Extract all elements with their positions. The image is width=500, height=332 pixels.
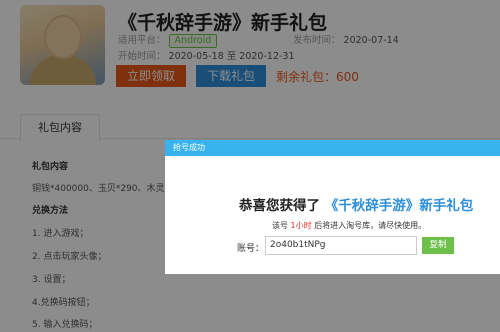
code-value: 2o40b1tNPg [270,240,326,250]
copy-button[interactable]: 复制 [422,237,454,254]
note-prefix: 该号 [272,221,288,230]
modal-title-prefix: 恭喜您获得了 [239,198,320,214]
modal-title-game: 《千秋辞手游》新手礼包 [324,198,474,214]
code-field[interactable]: 2o40b1tNPg [265,236,417,255]
code-label: 账号： [237,244,265,254]
modal-note: 该号 1小时 后将进入淘号库，请尽快使用。 [272,220,426,231]
modal-title: 恭喜您获得了 《千秋辞手游》新手礼包 [239,194,473,214]
modal-header: 抢号成功 [165,140,500,156]
note-suffix: 后将进入淘号库，请尽快使用。 [314,221,427,230]
success-modal: 抢号成功 恭喜您获得了 《千秋辞手游》新手礼包 该号 1小时 后将进入淘号库，请… [165,140,500,274]
note-time: 1小时 [290,221,312,230]
